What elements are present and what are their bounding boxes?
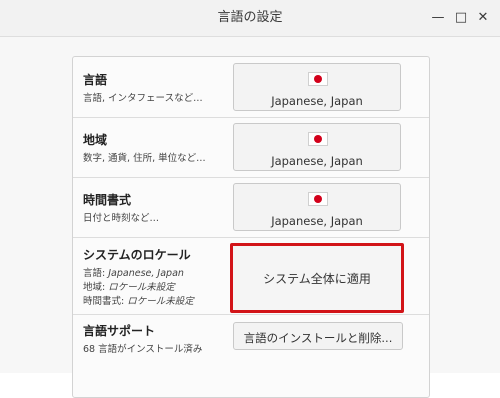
title-bar: 言語の設定 — □ ✕ <box>0 0 500 37</box>
language-title: 言語 <box>83 73 108 87</box>
region-button-label: Japanese, Japan <box>271 154 363 168</box>
time-format-row: 時間書式 日付と時刻など… Japanese, Japan <box>73 178 429 238</box>
apply-system-wide-label: システム全体に適用 <box>263 272 371 286</box>
japan-flag-icon <box>308 192 328 206</box>
region-subtitle: 数字, 通貨, 住所, 単位など… <box>83 153 206 164</box>
language-support-row: 言語サポート 68 言語がインストール済み 言語のインストールと削除... <box>73 315 429 359</box>
system-locale-region-value: ロケール未設定 <box>108 282 175 293</box>
install-remove-languages-label: 言語のインストールと削除... <box>243 331 393 345</box>
region-row: 地域 数字, 通貨, 住所, 単位など… Japanese, Japan <box>73 118 429 178</box>
window-content: 言語 言語, インタフェースなど… Japanese, Japan 地域 数字,… <box>0 37 500 398</box>
time-format-subtitle: 日付と時刻など… <box>83 213 160 224</box>
minimize-button[interactable]: — <box>428 7 448 27</box>
system-locale-language-label: 言語: <box>83 268 109 279</box>
system-locale-row: システムのロケール 言語: Japanese, Japan 地域: ロケール未設… <box>73 238 429 315</box>
system-locale-time-label: 時間書式: <box>83 296 128 307</box>
language-button[interactable]: Japanese, Japan <box>233 63 401 111</box>
language-subtitle: 言語, インタフェースなど… <box>83 93 203 104</box>
maximize-button[interactable]: □ <box>451 7 471 27</box>
system-locale-time-value: ロケール未設定 <box>127 296 194 307</box>
language-support-title: 言語サポート <box>83 324 156 338</box>
install-remove-languages-button[interactable]: 言語のインストールと削除... <box>233 322 403 350</box>
japan-flag-icon <box>308 72 328 86</box>
time-format-button-label: Japanese, Japan <box>271 214 363 228</box>
region-title: 地域 <box>83 133 108 147</box>
language-row: 言語 言語, インタフェースなど… Japanese, Japan <box>73 57 429 118</box>
region-button[interactable]: Japanese, Japan <box>233 123 401 171</box>
window-title: 言語の設定 <box>217 10 283 25</box>
close-button[interactable]: ✕ <box>473 7 493 27</box>
system-locale-title: システムのロケール <box>83 248 191 262</box>
time-format-title: 時間書式 <box>83 193 132 207</box>
system-locale-language: 言語: Japanese, Japan <box>83 265 184 279</box>
system-locale-region: 地域: ロケール未設定 <box>83 279 175 293</box>
language-support-subtitle: 68 言語がインストール済み <box>83 344 203 355</box>
japan-flag-icon <box>308 132 328 146</box>
system-locale-time: 時間書式: ロケール未設定 <box>83 293 194 307</box>
apply-system-wide-button[interactable]: システム全体に適用 <box>230 243 404 313</box>
time-format-button[interactable]: Japanese, Japan <box>233 183 401 231</box>
system-locale-language-value: Japanese, Japan <box>108 268 184 279</box>
system-locale-region-label: 地域: <box>83 282 109 293</box>
settings-panel: 言語 言語, インタフェースなど… Japanese, Japan 地域 数字,… <box>72 56 430 398</box>
language-button-label: Japanese, Japan <box>271 94 363 108</box>
